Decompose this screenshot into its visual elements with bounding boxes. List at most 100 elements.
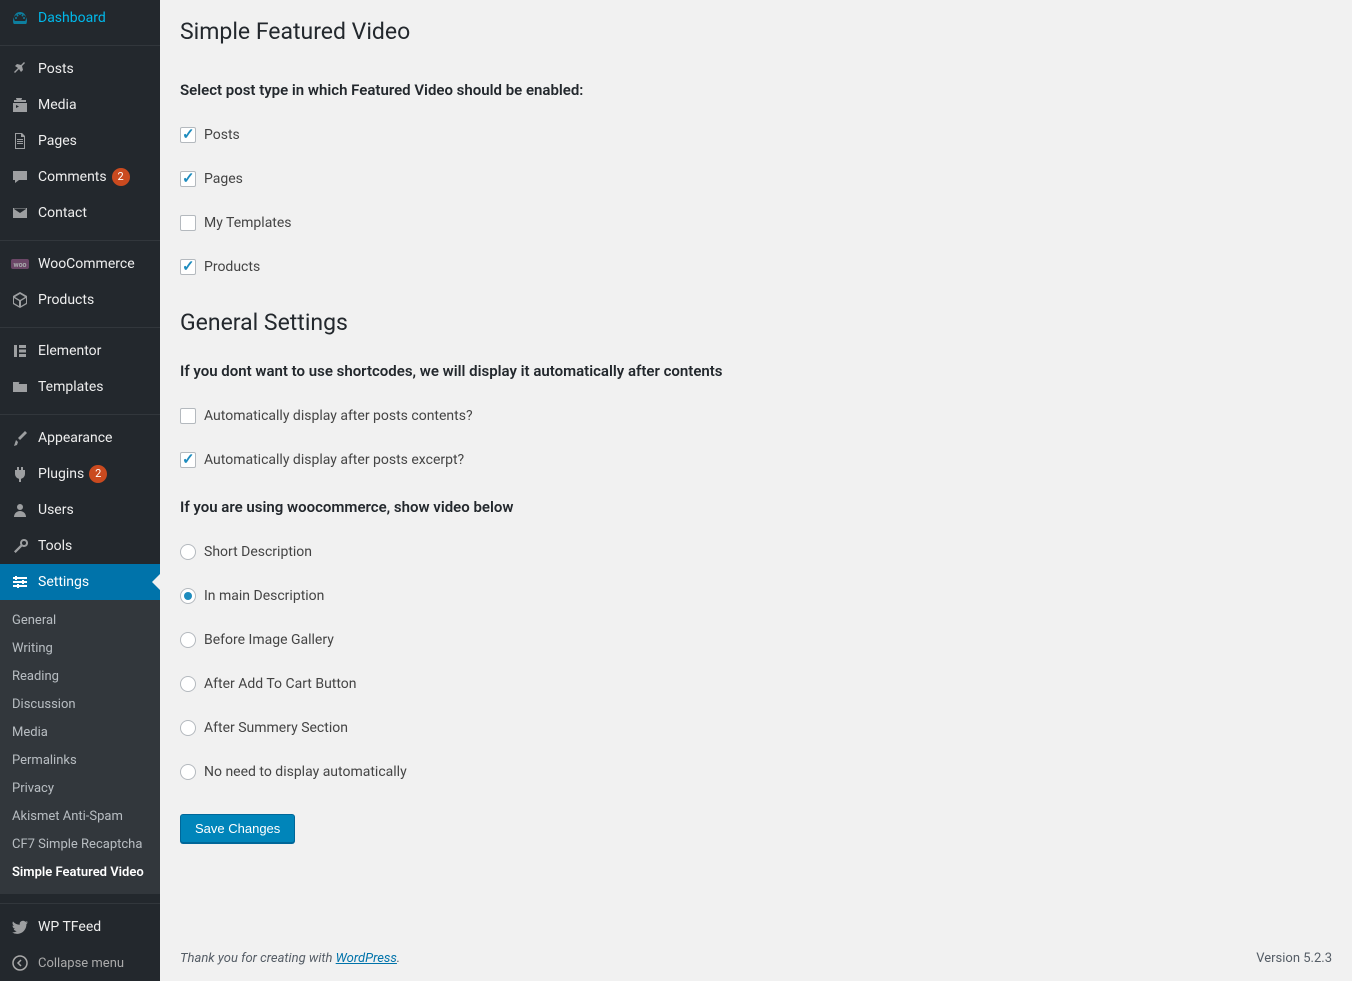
menu-dashboard[interactable]: Dashboard <box>0 0 160 36</box>
menu-label: WP TFeed <box>38 918 101 936</box>
checkbox-row-my-templates: My Templates <box>180 215 1332 231</box>
menu-label: Comments <box>38 168 107 186</box>
checkbox-label[interactable]: Pages <box>204 171 243 187</box>
menu-label: Tools <box>38 537 72 555</box>
collapse-label: Collapse menu <box>38 956 124 971</box>
comments-badge: 2 <box>112 168 130 186</box>
menu-media[interactable]: Media <box>0 87 160 123</box>
elementor-icon <box>10 341 30 361</box>
radio-row-after-summary: After Summery Section <box>180 720 1332 736</box>
comment-icon <box>10 167 30 187</box>
radio-label[interactable]: No need to display automatically <box>204 764 407 780</box>
wrench-icon <box>10 536 30 556</box>
submenu-permalinks[interactable]: Permalinks <box>0 747 160 775</box>
submenu-privacy[interactable]: Privacy <box>0 775 160 803</box>
radio-row-after-cart: After Add To Cart Button <box>180 676 1332 692</box>
menu-label: Templates <box>38 378 104 396</box>
radio-label[interactable]: In main Description <box>204 588 324 604</box>
footer: Thank you for creating with WordPress. V… <box>180 931 1332 981</box>
menu-wp-tfeed[interactable]: WP TFeed <box>0 909 160 945</box>
menu-users[interactable]: Users <box>0 492 160 528</box>
page-title: Simple Featured Video <box>180 18 1332 45</box>
checkbox-label[interactable]: Posts <box>204 127 240 143</box>
radio-after-cart[interactable] <box>180 676 196 692</box>
collapse-menu[interactable]: Collapse menu <box>0 945 160 981</box>
settings-submenu: General Writing Reading Discussion Media… <box>0 600 160 894</box>
media-icon <box>10 95 30 115</box>
radio-label[interactable]: After Summery Section <box>204 720 348 736</box>
submenu-general[interactable]: General <box>0 607 160 635</box>
checkbox-my-templates[interactable] <box>180 215 196 231</box>
menu-label: Media <box>38 96 77 114</box>
radio-main-desc[interactable] <box>180 588 196 604</box>
menu-label: Users <box>38 501 74 519</box>
user-icon <box>10 500 30 520</box>
auto-display-heading: If you dont want to use shortcodes, we w… <box>180 362 1332 380</box>
checkbox-auto-excerpt[interactable] <box>180 452 196 468</box>
twitter-icon <box>10 917 30 937</box>
post-type-heading: Select post type in which Featured Video… <box>180 81 1332 99</box>
checkbox-label[interactable]: Automatically display after posts conten… <box>204 408 473 424</box>
settings-icon <box>10 572 30 592</box>
submenu-discussion[interactable]: Discussion <box>0 691 160 719</box>
radio-label[interactable]: Short Description <box>204 544 312 560</box>
general-settings-heading: General Settings <box>180 309 1332 336</box>
main-content: Simple Featured Video Select post type i… <box>160 0 1352 981</box>
menu-label: Dashboard <box>38 9 106 27</box>
menu-label: Pages <box>38 132 77 150</box>
menu-products[interactable]: Products <box>0 282 160 318</box>
submenu-writing[interactable]: Writing <box>0 635 160 663</box>
wordpress-link[interactable]: WordPress <box>336 951 397 966</box>
menu-label: Plugins <box>38 465 84 483</box>
menu-label: Elementor <box>38 342 101 360</box>
radio-after-summary[interactable] <box>180 720 196 736</box>
checkbox-row-posts: Posts <box>180 127 1332 143</box>
footer-thanks: Thank you for creating with WordPress. <box>180 951 400 966</box>
menu-tools[interactable]: Tools <box>0 528 160 564</box>
menu-pages[interactable]: Pages <box>0 123 160 159</box>
menu-comments[interactable]: Comments 2 <box>0 159 160 195</box>
save-button[interactable]: Save Changes <box>180 814 295 843</box>
menu-templates[interactable]: Templates <box>0 369 160 405</box>
menu-label: Posts <box>38 60 74 78</box>
checkbox-label[interactable]: Products <box>204 259 260 275</box>
checkbox-auto-contents[interactable] <box>180 408 196 424</box>
submenu-reading[interactable]: Reading <box>0 663 160 691</box>
checkbox-pages[interactable] <box>180 171 196 187</box>
checkbox-row-auto-contents: Automatically display after posts conten… <box>180 408 1332 424</box>
checkbox-posts[interactable] <box>180 127 196 143</box>
checkbox-products[interactable] <box>180 259 196 275</box>
radio-short-desc[interactable] <box>180 544 196 560</box>
menu-appearance[interactable]: Appearance <box>0 420 160 456</box>
radio-before-gallery[interactable] <box>180 632 196 648</box>
menu-plugins[interactable]: Plugins 2 <box>0 456 160 492</box>
menu-separator <box>0 323 160 328</box>
checkbox-row-pages: Pages <box>180 171 1332 187</box>
submenu-media[interactable]: Media <box>0 719 160 747</box>
menu-separator <box>0 410 160 415</box>
submenu-cf7-recaptcha[interactable]: CF7 Simple Recaptcha <box>0 831 160 859</box>
menu-posts[interactable]: Posts <box>0 51 160 87</box>
radio-label[interactable]: After Add To Cart Button <box>204 676 357 692</box>
radio-label[interactable]: Before Image Gallery <box>204 632 334 648</box>
radio-no-auto[interactable] <box>180 764 196 780</box>
radio-row-short-desc: Short Description <box>180 544 1332 560</box>
checkbox-label[interactable]: My Templates <box>204 215 292 231</box>
menu-label: Settings <box>38 573 89 591</box>
menu-elementor[interactable]: Elementor <box>0 333 160 369</box>
brush-icon <box>10 428 30 448</box>
svg-text:woo: woo <box>13 261 26 269</box>
footer-thanks-prefix: Thank you for creating with <box>180 951 336 966</box>
submenu-simple-featured-video[interactable]: Simple Featured Video <box>0 859 160 887</box>
menu-separator <box>0 41 160 46</box>
pin-icon <box>10 59 30 79</box>
footer-thanks-suffix: . <box>397 951 400 966</box>
menu-woocommerce[interactable]: woo WooCommerce <box>0 246 160 282</box>
woo-heading: If you are using woocommerce, show video… <box>180 498 1332 516</box>
submenu-akismet[interactable]: Akismet Anti-Spam <box>0 803 160 831</box>
woo-icon: woo <box>10 254 30 274</box>
checkbox-row-auto-excerpt: Automatically display after posts excerp… <box>180 452 1332 468</box>
checkbox-label[interactable]: Automatically display after posts excerp… <box>204 452 464 468</box>
menu-contact[interactable]: Contact <box>0 195 160 231</box>
menu-settings[interactable]: Settings <box>0 564 160 600</box>
